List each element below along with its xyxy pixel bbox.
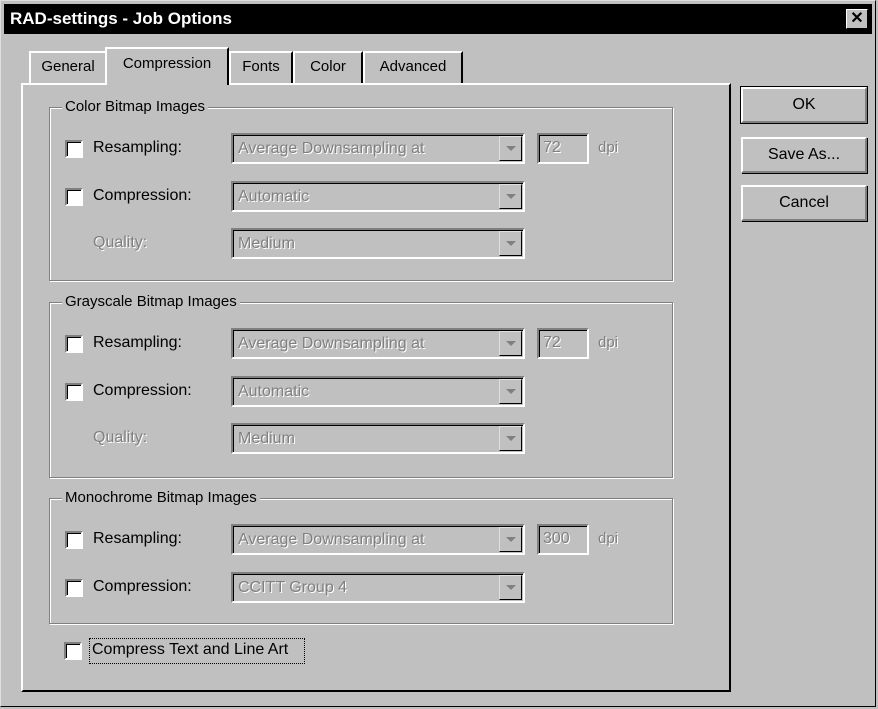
gray-resampling-checkbox[interactable] <box>65 335 83 353</box>
gray-quality-select[interactable]: Medium <box>231 423 525 454</box>
ok-button[interactable]: OK <box>740 86 868 124</box>
gray-resampling-label: Resampling: <box>93 334 182 351</box>
color-compression-checkbox[interactable] <box>65 188 83 206</box>
tab-label: Compression <box>122 55 212 72</box>
mono-dpi-input[interactable]: 300 <box>537 524 589 555</box>
group-title: Monochrome Bitmap Images <box>62 488 260 508</box>
chevron-down-icon[interactable] <box>499 231 522 256</box>
cancel-button[interactable]: Cancel <box>741 185 867 221</box>
gray-compression-select[interactable]: Automatic <box>231 376 525 407</box>
select-value: Average Downsampling at <box>238 531 425 548</box>
chevron-down-icon[interactable] <box>499 379 522 404</box>
gray-dpi-input[interactable]: 72 <box>537 328 589 359</box>
color-resampling-checkbox[interactable] <box>65 140 83 158</box>
job-options-dialog: RAD-settings - Job Options ✕ General Com… <box>0 0 876 707</box>
chevron-down-icon[interactable] <box>499 426 522 451</box>
color-compression-select[interactable]: Automatic <box>231 181 525 212</box>
color-bitmap-group: Color Bitmap Images Resampling: Average … <box>49 97 673 281</box>
color-resampling-select[interactable]: Average Downsampling at <box>231 133 525 164</box>
select-value: Medium <box>238 430 295 447</box>
gray-compression-checkbox[interactable] <box>65 383 83 401</box>
mono-resampling-label: Resampling: <box>93 530 182 547</box>
compress-text-label: Compress Text and Line Art <box>92 641 289 658</box>
tab-label: General <box>41 58 95 75</box>
tab-color[interactable]: Color <box>293 51 363 83</box>
select-value: Automatic <box>238 383 310 400</box>
mono-resampling-checkbox[interactable] <box>65 531 83 549</box>
close-icon[interactable]: ✕ <box>846 9 868 29</box>
monochrome-bitmap-group: Monochrome Bitmap Images Resampling: Ave… <box>49 488 673 624</box>
mono-compression-checkbox[interactable] <box>65 579 83 597</box>
chevron-down-icon[interactable] <box>499 184 522 209</box>
group-title: Grayscale Bitmap Images <box>62 292 240 312</box>
group-title: Color Bitmap Images <box>62 97 209 117</box>
color-quality-select[interactable]: Medium <box>231 228 525 259</box>
tab-advanced[interactable]: Advanced <box>363 51 463 83</box>
tab-compression[interactable]: Compression <box>105 47 229 85</box>
chevron-down-icon[interactable] <box>499 575 522 600</box>
select-value: Automatic <box>238 188 310 205</box>
grayscale-bitmap-group: Grayscale Bitmap Images Resampling: Aver… <box>49 292 673 478</box>
color-quality-label: Quality: <box>93 234 148 251</box>
color-resampling-label: Resampling: <box>93 139 182 156</box>
tab-fonts[interactable]: Fonts <box>229 51 293 83</box>
tab-general[interactable]: General <box>29 51 107 83</box>
chevron-down-icon[interactable] <box>499 331 522 356</box>
compression-panel: Color Bitmap Images Resampling: Average … <box>21 83 731 692</box>
chevron-down-icon[interactable] <box>499 136 522 161</box>
select-value: Average Downsampling at <box>238 140 425 157</box>
gray-compression-label: Compression: <box>93 382 192 399</box>
mono-compression-label: Compression: <box>93 578 192 595</box>
gray-quality-label: Quality: <box>93 429 148 446</box>
title-bar: RAD-settings - Job Options ✕ <box>4 4 872 34</box>
tab-label: Advanced <box>379 58 447 75</box>
gray-resampling-select[interactable]: Average Downsampling at <box>231 328 525 359</box>
dpi-unit-label: dpi <box>598 139 619 156</box>
select-value: Average Downsampling at <box>238 335 425 352</box>
select-value: CCITT Group 4 <box>238 579 348 596</box>
color-dpi-input[interactable]: 72 <box>537 133 589 164</box>
tab-label: Color <box>310 58 346 75</box>
compress-text-checkbox[interactable] <box>64 642 82 660</box>
save-as-button[interactable]: Save As... <box>741 137 867 173</box>
tab-label: Fonts <box>242 58 280 75</box>
chevron-down-icon[interactable] <box>499 527 522 552</box>
window-title: RAD-settings - Job Options <box>10 9 232 28</box>
color-compression-label: Compression: <box>93 187 192 204</box>
dpi-unit-label: dpi <box>598 334 619 351</box>
mono-compression-select[interactable]: CCITT Group 4 <box>231 572 525 603</box>
mono-resampling-select[interactable]: Average Downsampling at <box>231 524 525 555</box>
dpi-unit-label: dpi <box>598 530 619 547</box>
select-value: Medium <box>238 235 295 252</box>
